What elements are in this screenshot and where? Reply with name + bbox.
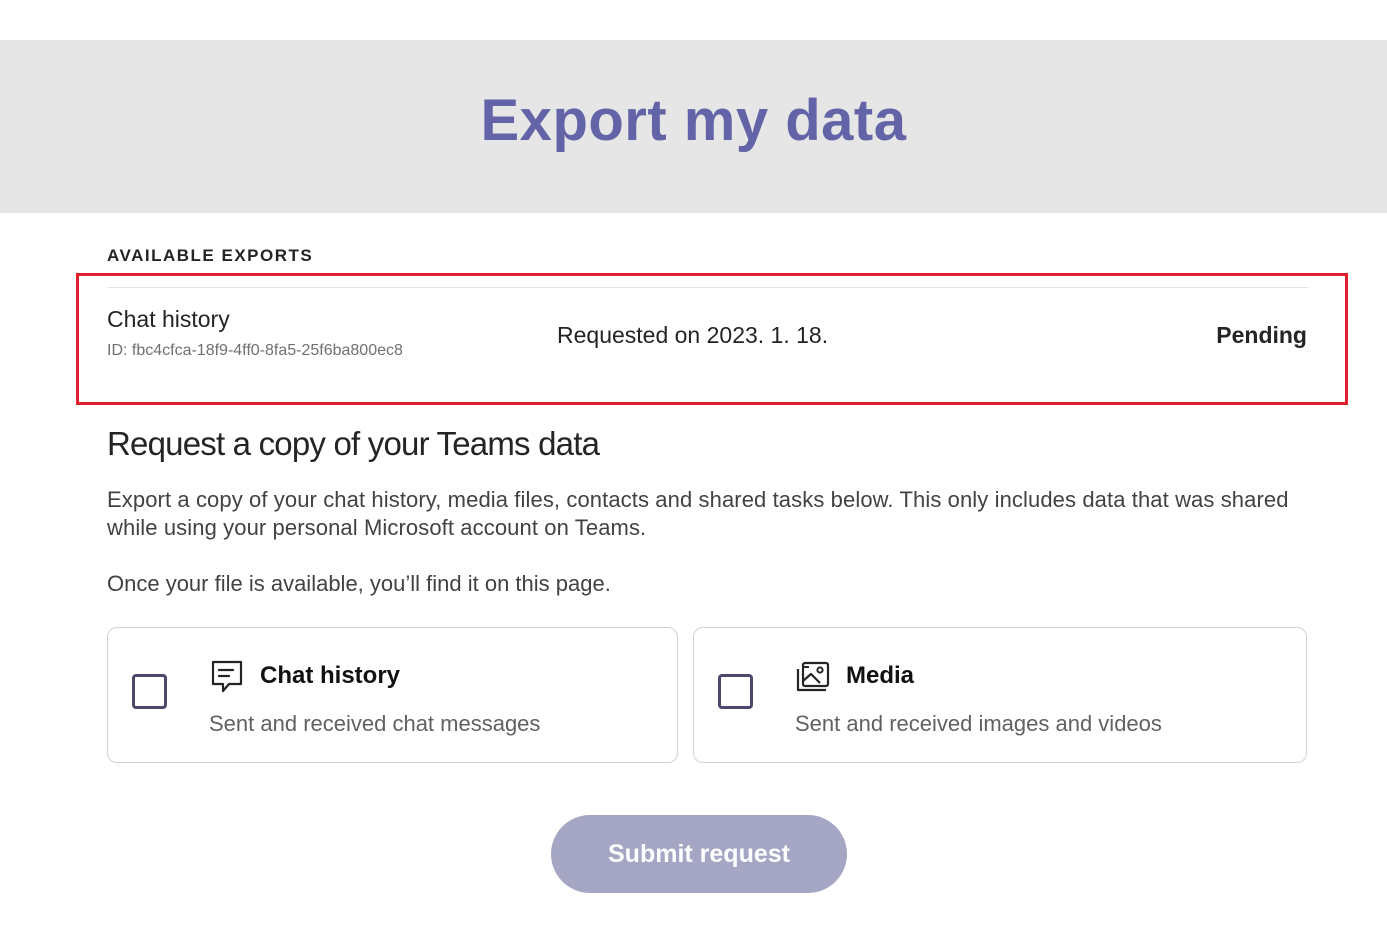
chat-history-title: Chat history xyxy=(260,662,401,689)
export-status: Pending xyxy=(1216,322,1307,348)
divider xyxy=(107,287,1309,288)
media-checkbox[interactable] xyxy=(718,674,753,709)
page-title: Export my data xyxy=(480,88,907,153)
export-name: Chat history xyxy=(107,306,230,332)
chat-icon xyxy=(211,660,243,693)
export-row: Chat history ID: fbc4cfca-18f9-4ff0-8fa5… xyxy=(76,273,1348,405)
header-banner: Export my data xyxy=(0,40,1387,213)
submit-request-button[interactable]: Submit request xyxy=(551,815,847,893)
media-icon xyxy=(796,661,830,692)
chat-history-description: Sent and received chat messages xyxy=(209,711,541,736)
request-heading: Request a copy of your Teams data xyxy=(107,425,600,462)
request-description: Export a copy of your chat history, medi… xyxy=(107,487,1289,540)
request-note: Once your file is available, you’ll find… xyxy=(107,571,611,596)
export-id: ID: fbc4cfca-18f9-4ff0-8fa5-25f6ba800ec8 xyxy=(107,342,403,359)
available-exports-label: AVAILABLE EXPORTS xyxy=(107,246,314,265)
media-option[interactable]: Media Sent and received images and video… xyxy=(693,627,1307,763)
chat-history-checkbox[interactable] xyxy=(132,674,167,709)
export-requested-date: Requested on 2023. 1. 18. xyxy=(557,322,829,348)
chat-history-option[interactable]: Chat history Sent and received chat mess… xyxy=(107,627,678,763)
media-title: Media xyxy=(846,662,915,689)
media-description: Sent and received images and videos xyxy=(795,711,1162,736)
